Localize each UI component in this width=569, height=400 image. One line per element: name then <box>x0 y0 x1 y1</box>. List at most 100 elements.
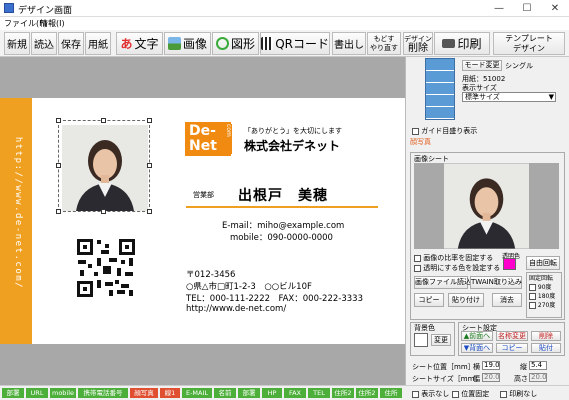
x-position-input[interactable]: 19.0 <box>482 361 500 370</box>
sheet-delete-button[interactable]: 削除 <box>531 331 561 341</box>
strip-url-text[interactable]: http://www.de-net.com/ <box>9 108 23 318</box>
department[interactable]: 営業部 <box>193 190 214 200</box>
write-out-button[interactable]: 書出し <box>332 32 366 55</box>
resize-handle-se[interactable] <box>147 209 152 214</box>
single-mode-label: シングル <box>505 62 533 70</box>
text-tool-icon: あ <box>120 37 133 51</box>
free-rotate-button[interactable]: 自由回転 <box>526 256 560 270</box>
object-tag[interactable]: HP <box>262 388 282 398</box>
resize-handle-s[interactable] <box>101 209 106 214</box>
resize-handle-w[interactable] <box>56 163 61 168</box>
object-tag[interactable]: E-MAIL <box>182 388 212 398</box>
object-tag-bar: 表示なし 位置固定 印刷なし 部署 URL mobile 携帯電話番号 顔写真 線1 E-M… <box>0 385 569 400</box>
paste-button[interactable]: 貼り付け <box>448 293 484 307</box>
object-tag[interactable]: URL <box>26 388 48 398</box>
load-button[interactable]: 読込 <box>31 32 57 55</box>
object-tag[interactable]: 顔写真 <box>130 388 158 398</box>
template-design-button[interactable]: テンプレート デザイン <box>493 32 565 55</box>
logo-side-text: com <box>222 124 232 154</box>
selection-box[interactable] <box>58 120 150 212</box>
shape-tool-button[interactable]: 図形 <box>212 32 259 55</box>
guide-print-checkbox[interactable]: ガイド目盛り表示 <box>412 126 477 136</box>
close-button[interactable]: ✕ <box>541 0 569 17</box>
image-preview-area[interactable] <box>414 163 559 249</box>
object-tag[interactable]: 名前 <box>214 388 236 398</box>
maximize-button[interactable]: ☐ <box>513 0 541 17</box>
menu-info[interactable]: 情報(I) <box>40 18 65 29</box>
sheet-position-label: シート位置［mm］ <box>412 363 475 371</box>
undo-label[interactable]: もどす <box>374 35 395 44</box>
position-fixed-checkbox[interactable]: 位置固定 <box>452 389 489 399</box>
company-tagline[interactable]: 「ありがとう」を大切にします <box>244 126 342 136</box>
url-text[interactable]: http://www.de-net.com/ <box>186 304 286 314</box>
object-tag[interactable]: 部署 <box>238 388 260 398</box>
rotate-180-checkbox[interactable]: 180度 <box>527 291 561 300</box>
object-tag[interactable]: FAX <box>284 388 306 398</box>
new-button[interactable]: 新規 <box>4 32 30 55</box>
hide-checkbox[interactable]: 表示なし <box>412 389 449 399</box>
sheet-paste-button[interactable]: 貼付 <box>531 343 561 353</box>
mode-change-button[interactable]: モード変更 <box>462 60 502 71</box>
resize-handle-n[interactable] <box>101 118 106 123</box>
no-print-checkbox[interactable]: 印刷なし <box>500 389 537 399</box>
print-button[interactable]: 印刷 <box>434 32 490 55</box>
divider-line[interactable] <box>186 206 378 208</box>
twain-button[interactable]: TWAIN取り込み <box>470 276 522 289</box>
zip-code[interactable]: 〒012-3456 <box>186 268 235 280</box>
qr-code[interactable] <box>76 238 136 298</box>
object-tag[interactable]: 住所2 <box>356 388 378 398</box>
y-position-input[interactable]: 5.4 <box>529 361 547 370</box>
resize-handle-nw[interactable] <box>56 118 61 123</box>
address-text[interactable]: ○県△市□町1-2-3 ○○ビル10F <box>186 280 312 292</box>
image-tool-button[interactable]: 画像 <box>164 32 211 55</box>
save-button[interactable]: 保存 <box>58 32 84 55</box>
resize-handle-sw[interactable] <box>56 209 61 214</box>
tel-fax-text[interactable]: TEL：000-111-2222 FAX：000-222-3333 <box>186 292 363 304</box>
mobile-text[interactable]: mobile：090-0000-0000 <box>230 231 333 243</box>
paper-button[interactable]: 用紙 <box>85 32 111 55</box>
height-input[interactable]: 20.0 <box>529 373 547 382</box>
sheet-copy-button[interactable]: コピー <box>496 343 528 353</box>
chevron-down-icon: ▼ <box>548 93 554 101</box>
menu-bar: ファイル(F) 情報(I) <box>0 17 569 30</box>
minimize-button[interactable]: — <box>485 0 513 17</box>
object-tag[interactable]: 住所 <box>380 388 402 398</box>
rename-button[interactable]: 名称変更 <box>496 331 528 341</box>
send-back-button[interactable]: ▼背面へ <box>461 343 493 353</box>
object-tag[interactable]: mobile <box>50 388 76 398</box>
bring-front-button[interactable]: ▲前面へ <box>461 331 493 341</box>
sheet-layout-preview[interactable] <box>425 58 455 120</box>
person-name[interactable]: 出根戸 美穂 <box>238 185 328 205</box>
set-transparent-checkbox[interactable]: 透明にする色を設定する <box>414 263 500 273</box>
title-bar: デザイン画面 — ☐ ✕ <box>0 0 569 17</box>
object-tag[interactable]: 携帯電話番号 <box>78 388 128 398</box>
w-label: 幅 <box>473 375 480 383</box>
keep-ratio-checkbox[interactable]: 画像の比率を固定する <box>414 253 493 263</box>
read-file-button[interactable]: 画像ファイル読込 <box>414 276 471 289</box>
delete-button[interactable]: 消去 <box>492 293 522 307</box>
text-tool-button[interactable]: あ 文字 <box>116 32 163 55</box>
object-tag[interactable]: 部署 <box>2 388 24 398</box>
object-tag[interactable]: TEL <box>308 388 330 398</box>
printer-icon <box>442 39 456 48</box>
h-label: 高さ <box>514 375 528 383</box>
undo-redo-button[interactable]: もどす やり直す <box>367 32 401 55</box>
qr-tool-button[interactable]: QRコード <box>260 32 330 55</box>
design-delete-button[interactable]: デザイン 削除 <box>403 32 433 55</box>
redo-label[interactable]: やり直す <box>370 44 398 53</box>
object-tag[interactable]: 線1 <box>160 388 180 398</box>
display-size-select[interactable]: 標準サイズ ▼ <box>462 92 556 102</box>
width-input[interactable]: 20.0 <box>482 373 500 382</box>
rotate-270-checkbox[interactable]: 270度 <box>527 300 561 309</box>
company-name[interactable]: 株式会社デネット <box>244 137 340 154</box>
rotate-90-checkbox[interactable]: 90度 <box>527 282 561 291</box>
resize-handle-ne[interactable] <box>147 118 152 123</box>
object-tag[interactable]: 住所2 <box>332 388 354 398</box>
copy-button[interactable]: コピー <box>414 293 444 307</box>
email-text[interactable]: E-mail：miho@example.com <box>222 219 344 231</box>
bg-color-change-button[interactable]: 変更 <box>431 334 451 346</box>
transparent-color-swatch[interactable] <box>503 258 516 270</box>
qr-icon <box>261 37 274 50</box>
resize-handle-e[interactable] <box>147 163 152 168</box>
bg-color-swatch[interactable] <box>414 333 428 347</box>
